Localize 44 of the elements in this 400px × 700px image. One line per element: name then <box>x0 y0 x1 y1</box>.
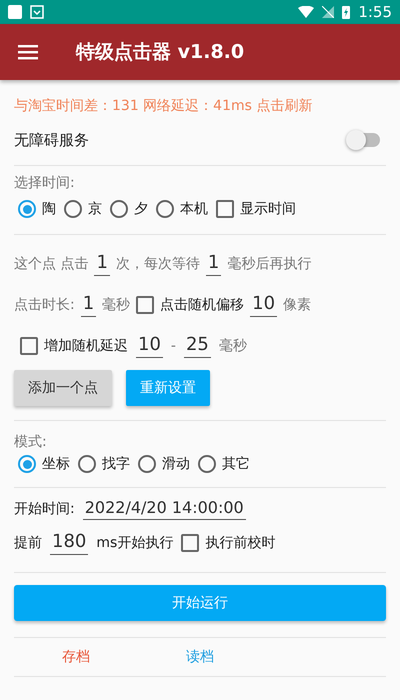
status-time: 1:55 <box>358 3 392 21</box>
square-icon <box>8 5 22 19</box>
notification-icon <box>30 5 44 19</box>
wifi-icon <box>298 6 314 18</box>
toggle-switch[interactable] <box>348 133 380 147</box>
input-field[interactable]: 1 <box>94 252 110 276</box>
field-label: 开始时间: <box>14 500 75 518</box>
radio-option[interactable]: 本机 <box>156 200 208 218</box>
input-field[interactable]: 2022/4/20 14:00:00 <box>82 498 246 520</box>
input-field[interactable]: 10 <box>136 334 163 358</box>
field-label: 毫秒后再执行 <box>227 254 312 272</box>
signal-icon <box>322 6 334 18</box>
radio-option[interactable]: 坐标 <box>18 455 70 473</box>
field-label: ms开始执行 <box>96 534 174 552</box>
input-field[interactable]: 25 <box>184 334 211 358</box>
section-label: 模式: <box>14 433 48 451</box>
radio-option[interactable]: 夕 <box>110 200 148 218</box>
input-field[interactable]: 1 <box>206 252 222 276</box>
field-label: 次，每次等待 <box>116 254 200 272</box>
menu-icon[interactable] <box>18 44 38 60</box>
field-label: 毫秒 <box>102 296 130 314</box>
radio-option[interactable]: 找字 <box>78 455 130 473</box>
section-label: 选择时间: <box>14 174 76 192</box>
field-label: 毫秒 <box>218 336 247 354</box>
field-label: 提前 <box>14 534 42 552</box>
field-label: 这个点 点击 <box>14 254 88 272</box>
field-label: 像素 <box>283 296 312 314</box>
checkbox-option[interactable]: 点击随机偏移 <box>136 296 244 314</box>
radio-option[interactable]: 京 <box>64 200 102 218</box>
app-title: 特级点击器 v1.8.0 <box>76 40 244 65</box>
checkbox-option[interactable]: 显示时间 <box>216 200 296 218</box>
checkbox-option[interactable]: 执行前校时 <box>181 534 276 552</box>
input-field[interactable]: 1 <box>80 292 96 316</box>
setting-label: 无障碍服务 <box>14 130 89 150</box>
add-point-button[interactable]: 添加一个点 <box>14 370 112 406</box>
input-field[interactable]: 180 <box>50 531 88 555</box>
battery-icon <box>342 5 350 19</box>
radio-option[interactable]: 滑动 <box>138 455 190 473</box>
radio-option[interactable]: 其它 <box>198 455 250 473</box>
checkbox-option[interactable]: 增加随机延迟 <box>20 336 128 354</box>
field-label: - <box>170 338 176 354</box>
input-field[interactable]: 10 <box>250 292 278 316</box>
radio-option[interactable]: 陶 <box>18 200 56 218</box>
field-label: 点击时长: <box>14 296 75 314</box>
